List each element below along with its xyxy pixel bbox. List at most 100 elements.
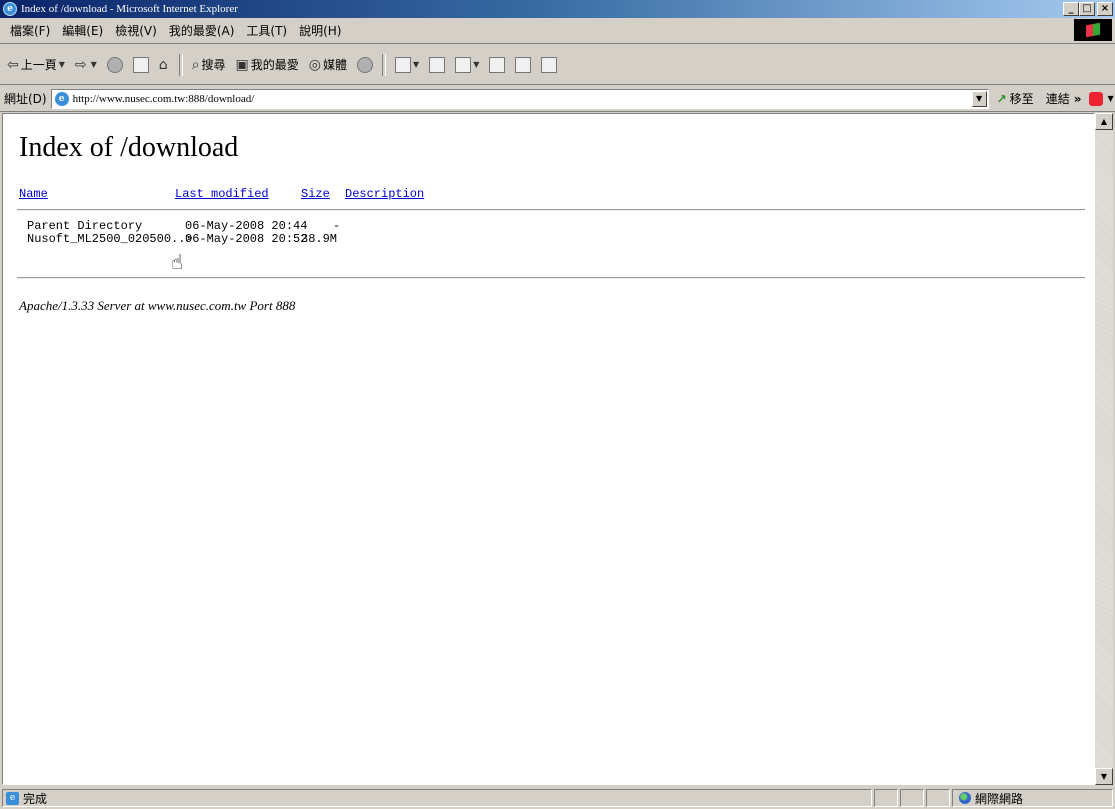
chevron-down-icon: ▼: [473, 60, 480, 69]
toolbar-separator: [382, 53, 387, 76]
close-button[interactable]: ×: [1097, 2, 1113, 16]
globe-icon: [959, 792, 971, 804]
print-button[interactable]: [426, 53, 448, 77]
toolbar-separator: [178, 53, 183, 76]
menu-tools[interactable]: 工具(T): [240, 22, 293, 39]
footer-divider: [17, 277, 1085, 279]
pdf-tool-icon[interactable]: [1089, 91, 1104, 106]
column-header-description[interactable]: Description: [345, 187, 424, 201]
home-icon: ⌂: [158, 56, 168, 73]
status-panel: [874, 789, 898, 807]
mail-icon: [395, 56, 412, 73]
history-button[interactable]: [354, 53, 376, 77]
favorites-label: 我的最愛: [250, 58, 299, 72]
address-label: 網址(D): [4, 92, 47, 106]
research-button[interactable]: [512, 53, 534, 77]
search-button[interactable]: ⌕ 搜尋: [189, 53, 229, 77]
maximize-button[interactable]: □: [1079, 2, 1095, 16]
go-button[interactable]: ↗ 移至: [997, 90, 1034, 107]
scroll-down-button[interactable]: ▼: [1095, 768, 1113, 785]
messenger-icon: [541, 56, 558, 73]
hand-cursor-icon: ☝: [171, 250, 184, 274]
page-status-icon: e: [6, 791, 19, 805]
header-divider: [17, 209, 1085, 211]
menu-file[interactable]: 檔案(F): [4, 22, 56, 39]
column-header-modified[interactable]: Last modified: [175, 187, 269, 201]
links-label: 連結: [1045, 92, 1070, 106]
row-size: 38.9M: [301, 232, 338, 246]
scroll-up-button[interactable]: ▲: [1095, 113, 1113, 130]
media-label: 媒體: [323, 58, 348, 72]
menu-edit[interactable]: 編輯(E): [56, 22, 109, 39]
page-viewport: Index of /download Name Last modified Si…: [2, 113, 1095, 785]
refresh-button[interactable]: [130, 53, 152, 77]
chevron-down-icon[interactable]: ▼: [1107, 94, 1113, 103]
file-link[interactable]: Nusoft_ML2500_020500..>: [27, 232, 193, 246]
refresh-icon: [132, 56, 149, 73]
edit-button[interactable]: ▼: [452, 53, 482, 77]
stop-button[interactable]: [104, 53, 126, 77]
minimize-button[interactable]: _: [1063, 2, 1079, 16]
sort-by-size-link[interactable]: Size: [301, 187, 330, 201]
page-icon: e: [54, 91, 69, 106]
back-button[interactable]: ⇦ 上一頁 ▼: [4, 53, 68, 77]
chevron-down-icon: ▼: [58, 60, 65, 69]
chevron-down-icon: ▼: [90, 60, 97, 69]
row-size: -: [333, 219, 341, 233]
media-button[interactable]: ◎ 媒體: [306, 53, 350, 77]
security-zone: 網際網路: [952, 789, 1113, 807]
address-url[interactable]: http://www.nusec.com.tw:888/download/: [73, 93, 255, 105]
window-title: Index of /download - Microsoft Internet …: [21, 3, 238, 15]
print-icon: [429, 56, 446, 73]
mail-button[interactable]: ▼: [392, 53, 422, 77]
forward-button[interactable]: ⇨ ▼: [72, 53, 100, 77]
forward-arrow-icon: ⇨: [74, 56, 87, 73]
discuss-icon: [489, 56, 506, 73]
discuss-button[interactable]: [486, 53, 508, 77]
sort-by-description-link[interactable]: Description: [345, 187, 424, 201]
media-icon: ◎: [308, 56, 322, 73]
chevron-down-icon: ▼: [413, 60, 420, 69]
status-panel: [900, 789, 924, 807]
row-modified: 06-May-2008 20:44: [185, 219, 308, 233]
sort-by-modified-link[interactable]: Last modified: [175, 187, 269, 201]
chevron-right-icon: »: [1073, 91, 1082, 106]
address-bar: 網址(D) e http://www.nusec.com.tw:888/down…: [0, 86, 1115, 112]
status-main: e 完成: [2, 789, 872, 807]
home-button[interactable]: ⌂: [156, 53, 173, 77]
messenger-button[interactable]: [538, 53, 560, 77]
column-header-name[interactable]: Name: [19, 187, 48, 201]
go-label: 移至: [1009, 92, 1034, 106]
server-signature: Apache/1.3.33 Server at www.nusec.com.tw…: [19, 298, 296, 313]
address-dropdown-button[interactable]: ▼: [971, 90, 987, 107]
menu-view[interactable]: 檢視(V): [109, 22, 163, 39]
menu-bar: 檔案(F) 編輯(E) 檢視(V) 我的最愛(A) 工具(T) 說明(H): [0, 18, 1115, 44]
history-icon: [357, 56, 374, 73]
stop-icon: [106, 56, 123, 73]
title-bar: e Index of /download - Microsoft Interne…: [0, 0, 1115, 18]
page-title: Index of /download: [19, 132, 239, 163]
search-icon: ⌕: [191, 56, 200, 73]
favorites-icon: ▣: [235, 56, 249, 73]
address-input[interactable]: e http://www.nusec.com.tw:888/download/ …: [50, 88, 989, 109]
status-text: 完成: [23, 791, 48, 806]
word-edit-icon: [455, 56, 472, 73]
back-arrow-icon: ⇦: [7, 56, 19, 73]
sort-by-name-link[interactable]: Name: [19, 187, 48, 201]
parent-directory-link[interactable]: Parent Directory: [27, 219, 142, 233]
column-header-size[interactable]: Size: [301, 187, 330, 201]
windows-logo-icon: [1074, 19, 1112, 41]
search-label: 搜尋: [201, 58, 226, 72]
window-controls: _ □ ×: [1063, 2, 1113, 16]
links-toolbar[interactable]: 連結 » ▼: [1046, 90, 1114, 107]
research-icon: [515, 56, 532, 73]
menu-help[interactable]: 說明(H): [293, 22, 347, 39]
go-arrow-icon: ↗: [996, 91, 1007, 106]
favorites-button[interactable]: ▣ 我的最愛: [233, 53, 302, 77]
vertical-scrollbar[interactable]: ▲ ▼: [1095, 113, 1113, 785]
internet-explorer-icon: e: [3, 2, 17, 16]
zone-label: 網際網路: [975, 791, 1024, 806]
status-panel: [926, 789, 950, 807]
status-bar: e 完成 網際網路: [0, 787, 1115, 809]
menu-favorites[interactable]: 我的最愛(A): [163, 22, 241, 39]
